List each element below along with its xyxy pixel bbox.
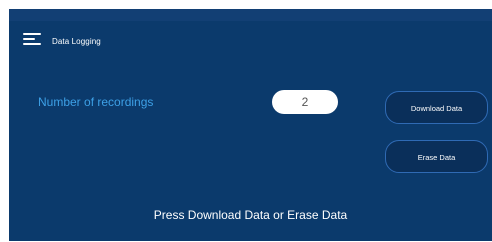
page-title: Data Logging bbox=[52, 37, 101, 46]
top-strip bbox=[9, 9, 492, 21]
download-data-button[interactable]: Download Data bbox=[385, 91, 488, 124]
erase-data-button[interactable]: Erase Data bbox=[385, 140, 488, 173]
recordings-label: Number of recordings bbox=[38, 95, 154, 109]
recordings-count-field: 2 bbox=[272, 90, 338, 114]
data-logging-screen: Data Logging Number of recordings 2 Down… bbox=[9, 9, 492, 241]
status-message: Press Download Data or Erase Data bbox=[153, 208, 348, 222]
hamburger-menu-icon[interactable] bbox=[23, 33, 41, 45]
